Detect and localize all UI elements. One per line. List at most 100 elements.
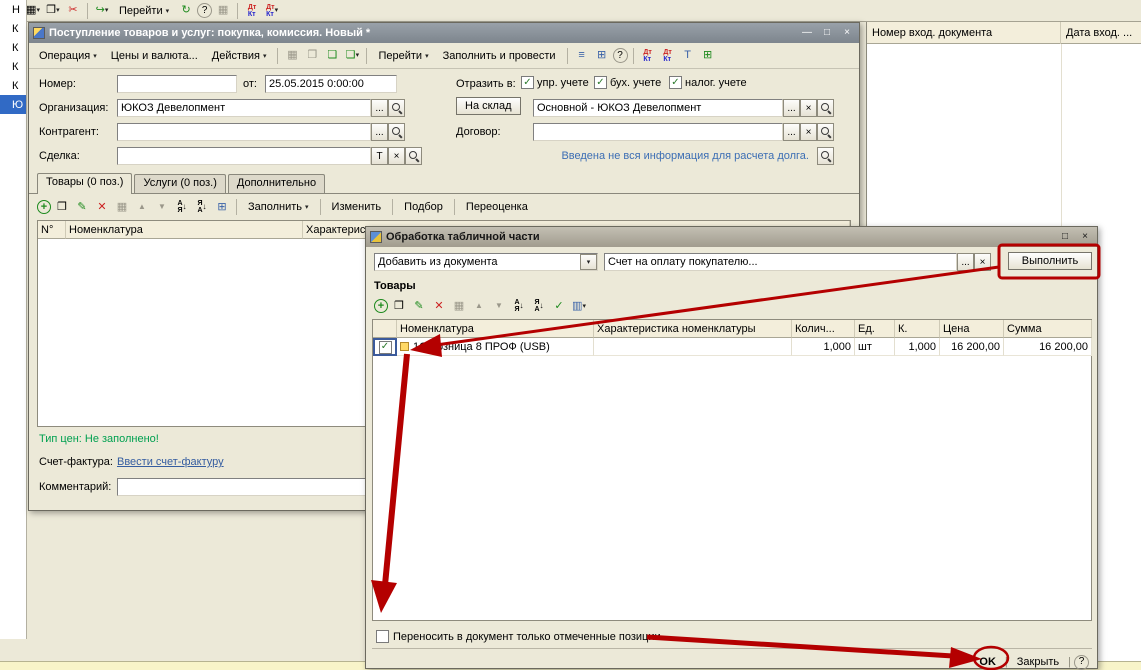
list-item[interactable]: К xyxy=(0,57,26,76)
doc-go-button[interactable]: Перейти ▾ xyxy=(372,47,434,65)
add-row-icon[interactable]: + xyxy=(374,299,388,313)
row-k-cell[interactable]: 1,000 xyxy=(895,338,940,356)
fill-button[interactable]: Заполнить ▾ xyxy=(242,198,315,216)
list-item[interactable]: Н xyxy=(0,0,26,19)
row-unit-cell[interactable]: шт xyxy=(855,338,895,356)
accounting-checkbox[interactable]: ✓ бух. учете xyxy=(594,76,661,89)
post-menu-icon[interactable]: ❏ ▾ xyxy=(343,47,361,64)
tab-goods[interactable]: Товары (0 поз.) xyxy=(37,173,133,194)
tab-additional[interactable]: Дополнительно xyxy=(227,174,326,193)
number-input[interactable] xyxy=(117,75,237,93)
dialog-maximize-button[interactable]: □ xyxy=(1057,230,1073,244)
move-up-icon[interactable]: ▲ xyxy=(133,199,151,216)
deal-input[interactable] xyxy=(117,147,371,165)
copy-menu-icon[interactable]: ❐ ▾ xyxy=(44,2,62,19)
sort-desc-icon[interactable]: Я А ↓ xyxy=(530,298,548,315)
document-clear-button[interactable]: × xyxy=(974,253,991,271)
column-header-characteristic[interactable]: Характеристика номенклатуры xyxy=(594,320,792,338)
management-accounting-checkbox[interactable]: ✓ упр. учете xyxy=(521,76,589,89)
cut-icon[interactable]: ✂ xyxy=(64,2,82,19)
organization-search-button[interactable] xyxy=(388,99,405,117)
move-down-icon[interactable]: ▼ xyxy=(490,298,508,315)
list-item[interactable]: К xyxy=(0,38,26,57)
debt-search-button[interactable] xyxy=(817,147,834,165)
column-header-k[interactable]: К. xyxy=(895,320,940,338)
entries-dtkt-menu-icon[interactable]: Дт Кт ▾ xyxy=(263,2,281,19)
contragent-input[interactable] xyxy=(117,123,371,141)
warehouse-switch-button[interactable]: На склад xyxy=(456,97,521,115)
structure-icon[interactable]: ≡ xyxy=(573,47,591,64)
doc-help-icon[interactable]: ? xyxy=(612,48,628,63)
list-item[interactable]: К xyxy=(0,19,26,38)
contract-search-button[interactable] xyxy=(817,123,834,141)
row-check-cell[interactable]: ✓ xyxy=(373,338,397,356)
close-dialog-button[interactable]: Закрыть xyxy=(1011,653,1065,670)
registers-icon[interactable]: Т xyxy=(679,47,697,64)
delete-row-icon[interactable]: ✕ xyxy=(430,298,448,315)
contract-input[interactable] xyxy=(533,123,783,141)
contract-clear-button[interactable]: × xyxy=(800,123,817,141)
go-button[interactable]: Перейти ▾ xyxy=(113,2,175,20)
doc-entries-icon[interactable]: Дт Кт xyxy=(639,47,657,64)
doc-entries-tax-icon[interactable]: Дт Кт xyxy=(659,47,677,64)
column-header-qty[interactable]: Колич... xyxy=(792,320,855,338)
column-header-unit[interactable]: Ед. xyxy=(855,320,895,338)
ok-button[interactable]: OK xyxy=(973,653,1002,670)
tab-services[interactable]: Услуги (0 поз.) xyxy=(134,174,226,193)
prices-currency-button[interactable]: Цены и валюта... xyxy=(105,47,204,65)
sort-asc-icon[interactable]: А Я ↓ xyxy=(510,298,528,315)
list-item[interactable]: К xyxy=(0,76,26,95)
edit-row-icon[interactable]: ✎ xyxy=(410,298,428,315)
entries-dtkt-icon[interactable]: Дт Кт xyxy=(243,2,261,19)
warehouse-ellipsis-button[interactable]: ... xyxy=(783,99,800,117)
move-up-icon[interactable]: ▲ xyxy=(470,298,488,315)
columns-settings-icon[interactable]: ▥ ▾ xyxy=(570,298,588,315)
organization-ellipsis-button[interactable]: ... xyxy=(371,99,388,117)
save-icon[interactable]: ▦ xyxy=(283,47,301,64)
help-icon[interactable]: ? xyxy=(197,3,213,18)
dialog-close-button[interactable]: × xyxy=(1077,230,1093,244)
edit-row-icon[interactable]: ✎ xyxy=(73,199,91,216)
order-icon[interactable]: ▦ xyxy=(450,298,468,315)
report-icon[interactable]: ⊞ xyxy=(699,47,717,64)
warehouse-search-button[interactable] xyxy=(817,99,834,117)
column-header-price[interactable]: Цена xyxy=(940,320,1004,338)
maximize-button[interactable]: □ xyxy=(819,26,835,40)
contragent-ellipsis-button[interactable]: ... xyxy=(371,123,388,141)
copy-doc-icon[interactable]: ❐ xyxy=(303,47,321,64)
change-button[interactable]: Изменить xyxy=(326,198,388,216)
operation-button[interactable]: Операция ▾ xyxy=(33,47,103,65)
warehouse-input[interactable]: Основной - ЮКОЗ Девелопмент xyxy=(533,99,783,117)
settings-icon[interactable]: ▦ xyxy=(214,2,232,19)
copy-row-icon[interactable]: ❐ xyxy=(53,199,71,216)
column-header-sum[interactable]: Сумма xyxy=(1004,320,1092,338)
add-row-icon[interactable]: + xyxy=(37,200,51,214)
organization-input[interactable]: ЮКОЗ Девелопмент xyxy=(117,99,371,117)
delete-row-icon[interactable]: ✕ xyxy=(93,199,111,216)
fill-and-post-button[interactable]: Заполнить и провести xyxy=(437,47,562,65)
deal-type-button[interactable]: Т xyxy=(371,147,388,165)
invoice-link[interactable]: Ввести счет-фактуру xyxy=(117,456,224,468)
dialog-help-icon[interactable]: ? xyxy=(1074,654,1089,670)
row-characteristic-cell[interactable] xyxy=(594,338,792,356)
contract-ellipsis-button[interactable]: ... xyxy=(783,123,800,141)
row-checkbox[interactable]: ✓ xyxy=(378,340,392,354)
minimize-button[interactable]: — xyxy=(799,26,815,40)
list-item-selected[interactable]: Ю xyxy=(0,95,26,114)
column-header-number[interactable]: N° xyxy=(38,221,66,239)
document-ellipsis-button[interactable]: ... xyxy=(957,253,974,271)
row-nomenclature-cell[interactable]: 1С:Розница 8 ПРОФ (USB) xyxy=(397,338,594,356)
row-sum-cell[interactable]: 16 200,00 xyxy=(1004,338,1092,356)
warehouse-clear-button[interactable]: × xyxy=(800,99,817,117)
close-button[interactable]: × xyxy=(839,26,855,40)
column-header-incoming-number[interactable]: Номер вход. документа xyxy=(867,22,1061,44)
copy-row-icon[interactable]: ❐ xyxy=(390,298,408,315)
source-combo[interactable]: Добавить из документа xyxy=(374,253,598,271)
list-settings-icon[interactable]: ⊞ xyxy=(213,199,231,216)
check-all-icon[interactable]: ✓ xyxy=(550,298,568,315)
date-input[interactable]: 25.05.2015 0:00:00 xyxy=(265,75,397,93)
deal-clear-button[interactable]: × xyxy=(388,147,405,165)
column-header-incoming-date[interactable]: Дата вход. ... xyxy=(1061,22,1141,44)
row-qty-cell[interactable]: 1,000 xyxy=(792,338,855,356)
pick-button[interactable]: Подбор xyxy=(398,198,449,216)
